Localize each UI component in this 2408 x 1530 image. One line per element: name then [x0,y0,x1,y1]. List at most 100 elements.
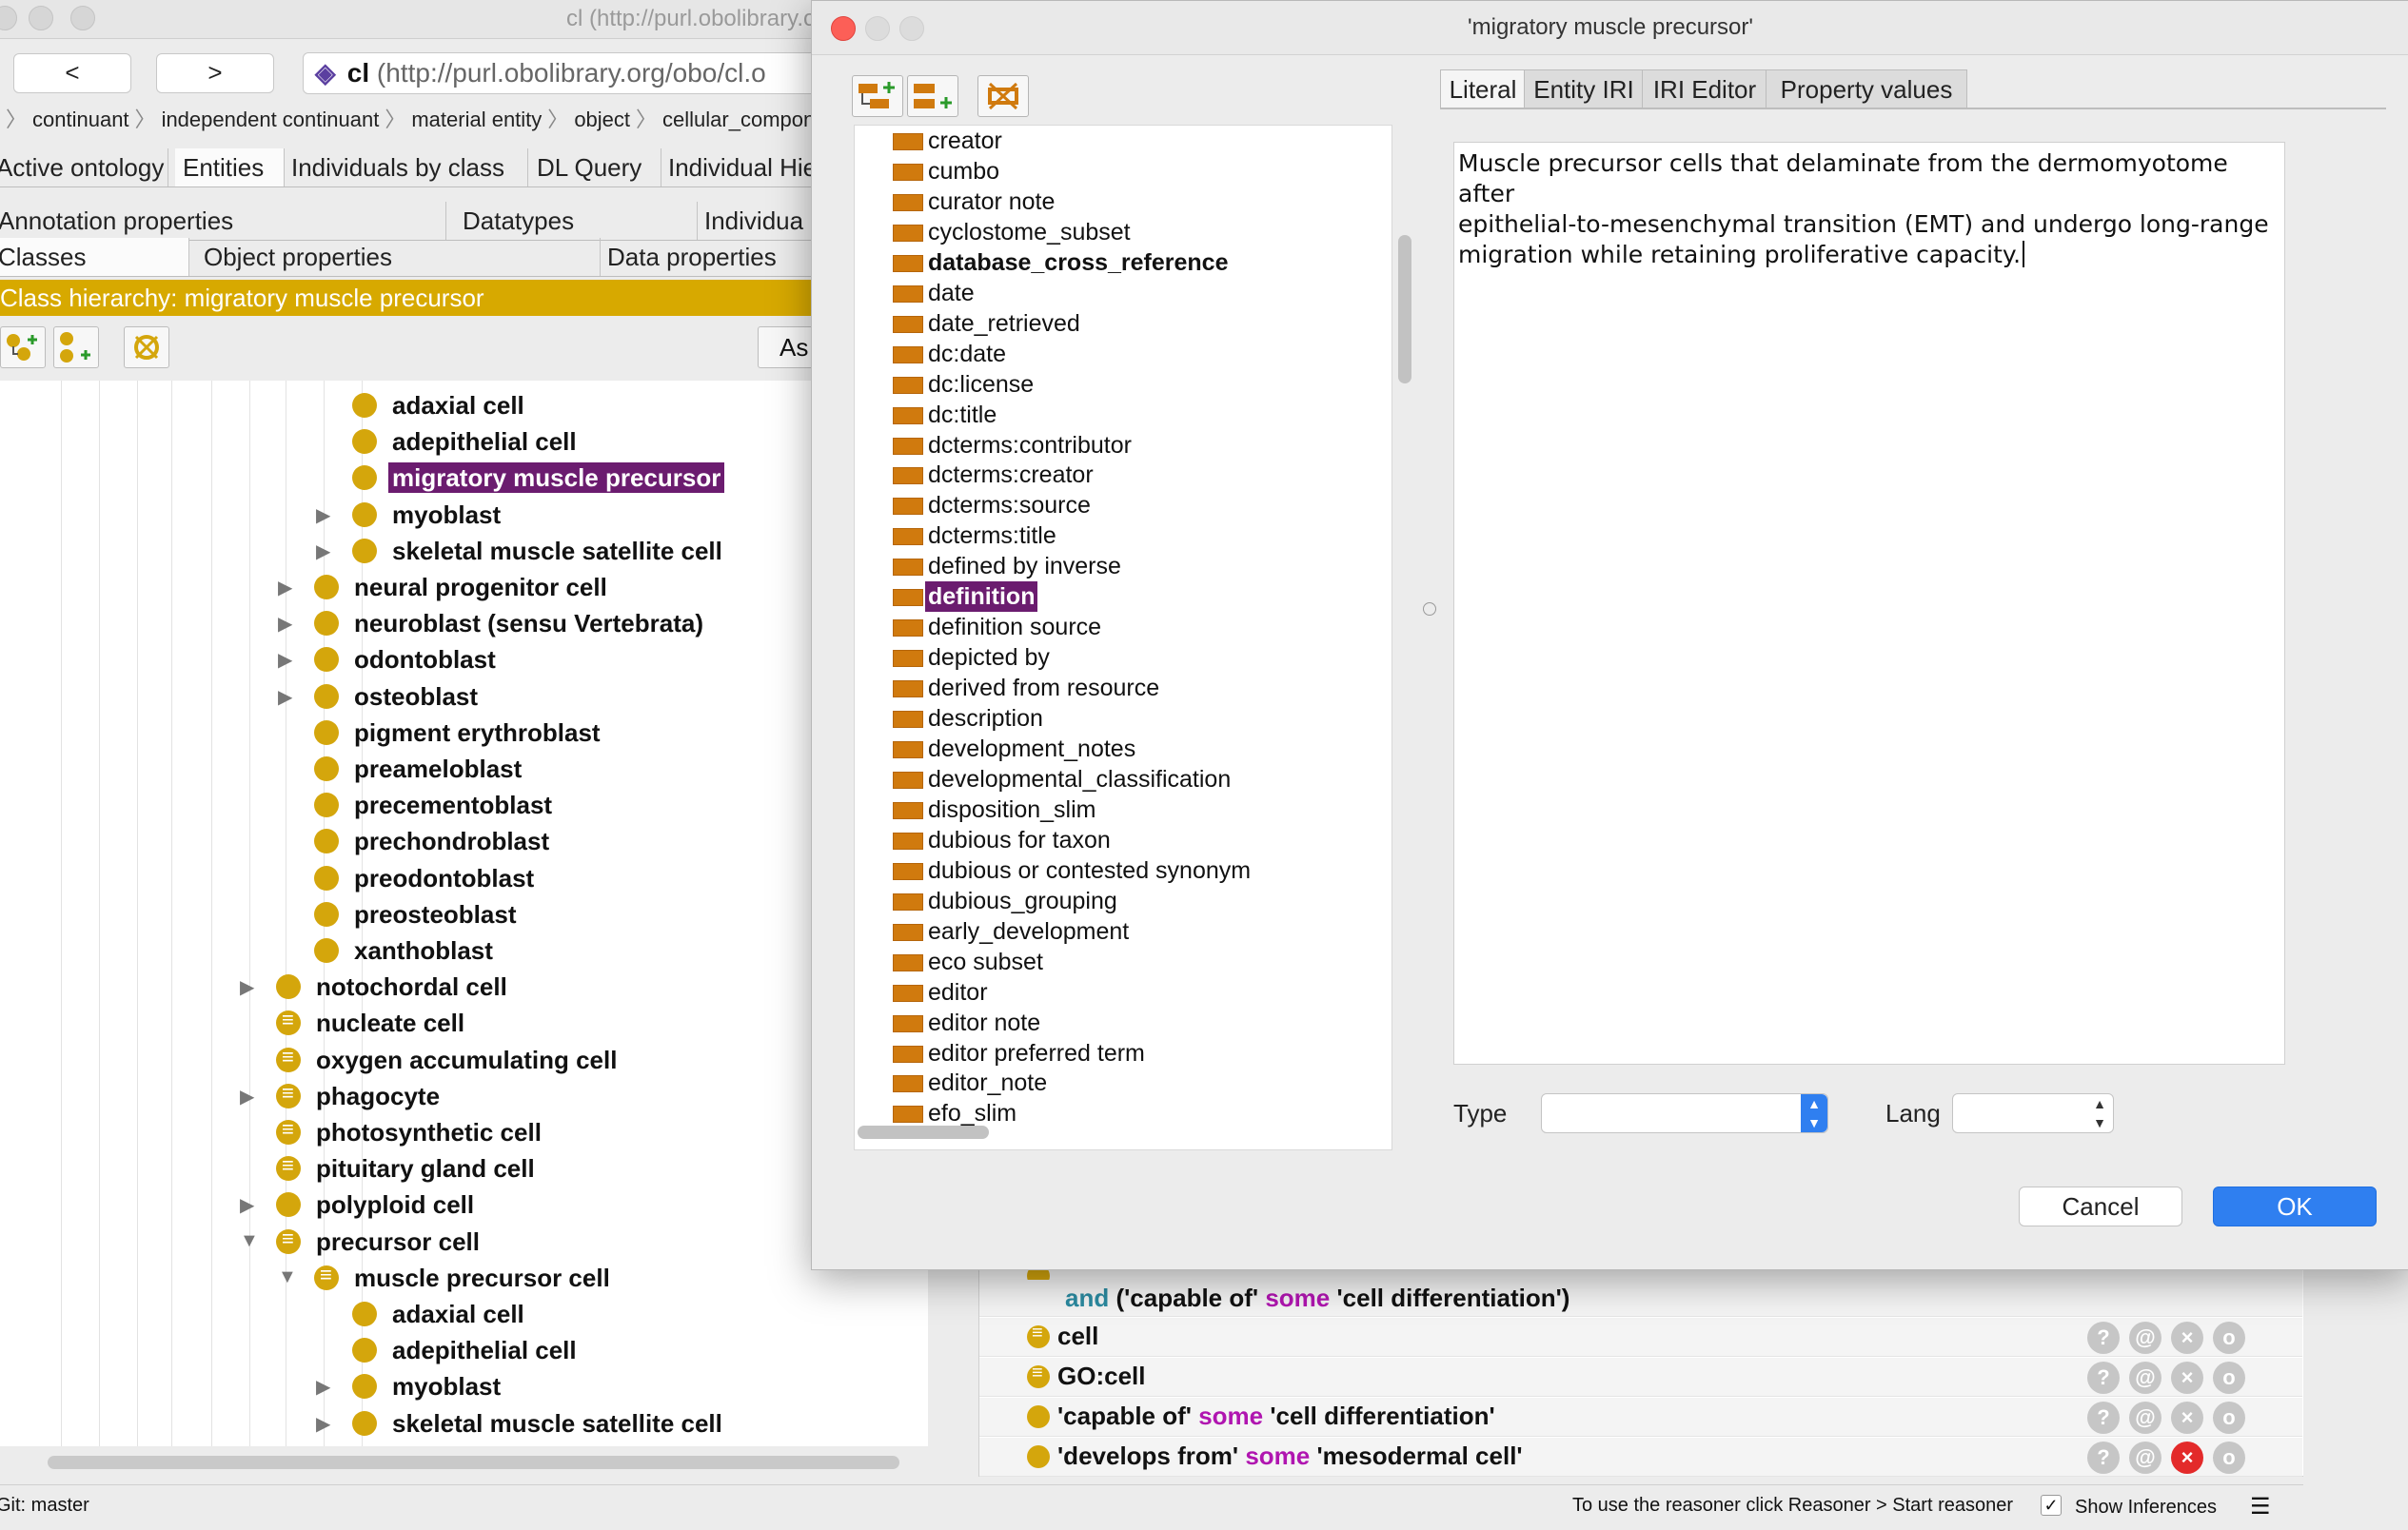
delete-class-button[interactable] [124,326,169,368]
class-icon [276,1192,301,1218]
class-icon [1027,1445,1050,1468]
back-button[interactable]: < [13,53,131,93]
property-list-horizontal-scrollbar[interactable] [858,1126,989,1139]
tree-node-label: precementoblast [354,791,553,820]
property-label: dcterms:creator [928,461,1094,489]
add-sibling-button[interactable] [53,326,99,368]
delete-axiom-button[interactable]: × [2171,1442,2203,1474]
expand-arrow-icon[interactable]: ▶ [316,503,330,527]
tab-iri-editor[interactable]: IRI Editor [1642,69,1767,109]
edit-axiom-button[interactable]: o [2213,1402,2245,1434]
expand-arrow-icon[interactable]: ▶ [316,539,330,563]
expand-arrow-icon[interactable]: ▶ [278,648,292,672]
class-icon [276,974,301,1000]
literal-value-textarea[interactable]: Muscle precursor cells that delaminate f… [1453,142,2285,1065]
tree-node-label: adepithelial cell [392,427,577,457]
expand-arrow-icon[interactable]: ▶ [240,975,254,999]
add-sibling-property-button[interactable] [907,75,958,117]
cancel-button[interactable]: Cancel [2019,1187,2182,1226]
tree-node-label: oxygen accumulating cell [316,1045,618,1074]
tree-node-label: preameloblast [354,755,523,783]
delete-property-icon [988,82,1018,110]
tab-individual-hierarchy[interactable]: Individual Hie [661,148,820,186]
tab-classes[interactable]: Classes [0,238,189,276]
expand-arrow-icon[interactable]: ▶ [278,576,292,599]
tree-node-label: odontoblast [354,645,496,675]
expand-arrow-icon[interactable]: ▶ [240,1193,254,1217]
expand-arrow-icon[interactable]: ▶ [316,1412,330,1436]
class-icon [352,393,377,418]
ontology-diamond-icon: ◈ [315,58,336,88]
delete-property-button[interactable] [977,75,1029,117]
property-label: database_cross_reference [928,248,1229,276]
show-inferences-checkbox[interactable]: ✓ [2041,1495,2062,1516]
class-icon [314,756,339,781]
annotation-property-list[interactable]: creator cumbo curator note cyclostome_subse… [854,125,1392,1150]
split-pane-handle[interactable] [1423,602,1436,616]
help-button[interactable]: ? [2087,1322,2120,1354]
axiom-row[interactable]: GO:cell ? @ × o [979,1358,2302,1397]
class-hierarchy-tree[interactable]: adaxial cell adepithelial cell migratory m… [0,381,928,1446]
annotate-button[interactable]: @ [2129,1362,2161,1394]
edit-axiom-button[interactable]: o [2213,1322,2245,1354]
tab-individuals[interactable]: Individua [704,202,814,240]
add-subclass-button[interactable] [0,326,46,368]
tree-node-label: myoblast [392,500,502,529]
tab-data-properties[interactable]: Data properties [600,238,821,276]
lang-select[interactable]: ▲ ▼ [1952,1093,2114,1133]
tab-property-values[interactable]: Property values [1766,69,1967,109]
axiom-row[interactable]: cell ? @ × o [979,1318,2302,1357]
tab-literal[interactable]: Literal [1440,69,1526,109]
annotate-button[interactable]: @ [2129,1322,2161,1354]
help-button[interactable]: ? [2087,1442,2120,1474]
help-button[interactable]: ? [2087,1362,2120,1394]
close-window-button[interactable] [0,6,17,30]
property-list-vertical-scrollbar[interactable] [1398,235,1411,383]
property-label: dcterms:source [928,492,1091,520]
axiom-row[interactable]: 'capable of' some 'cell differentiation'… [979,1398,2302,1437]
help-button[interactable]: ? [2087,1402,2120,1434]
expand-arrow-icon[interactable]: ▶ [278,685,292,709]
ok-button[interactable]: OK [2213,1187,2377,1226]
tab-object-properties[interactable]: Object properties [196,238,601,276]
tab-active-ontology[interactable]: Active ontology [0,148,168,186]
tab-dl-query[interactable]: DL Query [529,148,661,186]
collapse-arrow-icon[interactable]: ▼ [240,1230,259,1252]
tab-annotation-properties[interactable]: Annotation properties [0,202,446,240]
superclass-axioms-panel: native cell and ('capable of' some 'cell… [978,1246,2303,1477]
edit-axiom-button[interactable]: o [2213,1362,2245,1394]
tree-horizontal-scrollbar[interactable] [48,1456,899,1469]
breadcrumb-item[interactable]: continuant [32,108,129,131]
tab-datatypes[interactable]: Datatypes [455,202,698,240]
tab-entity-iri[interactable]: Entity IRI [1524,69,1644,109]
expand-arrow-icon[interactable]: ▶ [316,1375,330,1399]
annotate-button[interactable]: @ [2129,1402,2161,1434]
delete-axiom-button[interactable]: × [2171,1362,2203,1394]
expand-arrow-icon[interactable]: ▶ [278,612,292,636]
collapse-arrow-icon[interactable]: ▼ [278,1266,297,1288]
log-icon[interactable]: ☰ [2250,1493,2271,1520]
tab-individuals-by-class[interactable]: Individuals by class [286,148,528,186]
ontology-url-field[interactable]: ◈ cl (http://purl.obolibrary.org/obo/cl.… [303,52,838,94]
entity-tabs-row2: Classes Object properties Data propertie… [0,238,814,277]
breadcrumb-item[interactable]: material entity [411,108,542,131]
annotation-property-icon [893,650,923,668]
add-sub-property-button[interactable] [852,75,903,117]
property-label: cyclostome_subset [928,218,1131,245]
axiom-row[interactable]: 'develops from' some 'mesodermal cell' ?… [979,1438,2302,1477]
breadcrumb-item[interactable]: independent continuant [162,108,380,131]
type-select[interactable]: ▲ ▼ [1541,1093,1828,1133]
minimize-window-button[interactable] [29,6,53,30]
edit-axiom-button[interactable]: o [2213,1442,2245,1474]
delete-axiom-button[interactable]: × [2171,1402,2203,1434]
tab-entities[interactable]: Entities [175,148,285,186]
property-label: dcterms:title [928,522,1056,550]
forward-button[interactable]: > [156,53,274,93]
breadcrumb-item[interactable]: object [574,108,630,131]
expand-arrow-icon[interactable]: ▶ [240,1085,254,1108]
zoom-window-button[interactable] [70,6,95,30]
delete-axiom-button[interactable]: × [2171,1322,2203,1354]
defined-class-icon [276,1153,301,1182]
annotate-button[interactable]: @ [2129,1442,2161,1474]
property-label: dc:date [928,340,1007,367]
